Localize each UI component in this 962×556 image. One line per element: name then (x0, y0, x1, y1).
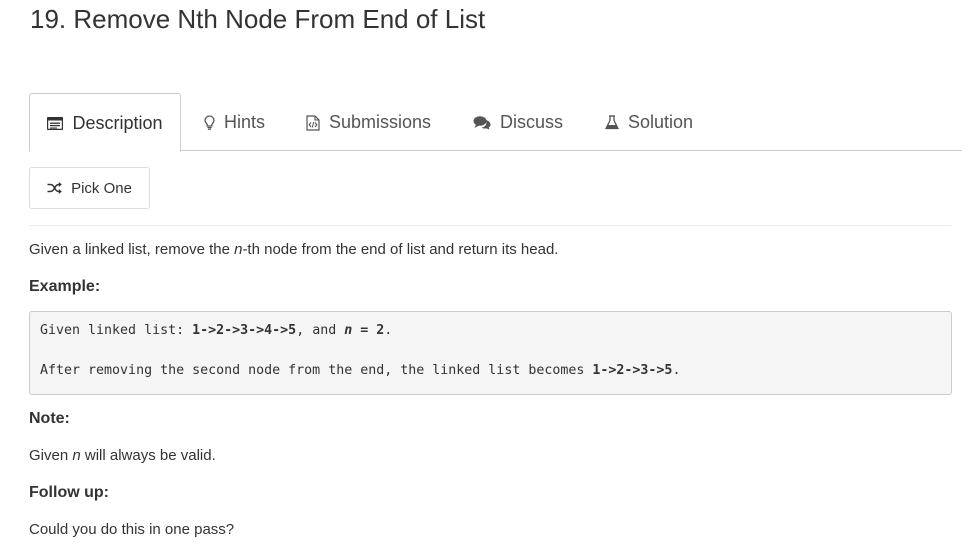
followup-text: Could you do this in one pass? (29, 521, 235, 538)
pick-one-label: Pick One (71, 179, 132, 197)
tab-hints-label: Hints (224, 112, 266, 132)
note-text-after: will always be valid. (80, 447, 216, 464)
example-line-2-prefix: After removing the second node from the … (40, 363, 593, 378)
intro-text-after: -th node from the end of list and return… (242, 241, 559, 258)
example-n-value: = 2 (352, 323, 385, 338)
shuffle-icon (47, 182, 71, 194)
example-heading: Example: (29, 278, 101, 295)
example-line-1: Given linked list: 1->2->3->4->5, and n … (40, 323, 392, 338)
chat-bubble-icon (473, 115, 491, 130)
description-icon (47, 116, 64, 130)
note-text: Given n will always be valid. (29, 447, 216, 464)
tab-description[interactable]: Description (29, 93, 181, 152)
tab-solution-label: Solution (628, 112, 694, 132)
page-title: 19. Remove Nth Node From End of List (30, 4, 486, 34)
intro-text-before: Given a linked list, remove the (29, 241, 235, 258)
example-line-1-prefix: Given linked list: (40, 323, 193, 338)
example-line-1-end: . (384, 323, 393, 338)
tab-hints[interactable]: Hints (204, 93, 265, 151)
problem-tabs: Description Hints Submissions Discuss So… (29, 93, 962, 152)
problem-intro: Given a linked list, remove the n-th nod… (29, 241, 558, 258)
example-code-block: Given linked list: 1->2->3->4->5, and n … (29, 311, 952, 395)
tab-submissions[interactable]: Submissions (306, 93, 431, 151)
example-line-1-mid: , and (296, 323, 345, 338)
example-output-list: 1->2->3->5 (592, 363, 673, 378)
example-line-2-end: . (672, 363, 681, 378)
followup-heading: Follow up: (29, 484, 109, 501)
pick-one-button[interactable]: Pick One (29, 167, 150, 209)
flask-icon (605, 115, 619, 130)
tab-discuss-label: Discuss (500, 112, 564, 132)
note-text-before: Given (29, 447, 73, 464)
lightbulb-icon (204, 115, 215, 130)
divider (29, 225, 951, 226)
tab-submissions-label: Submissions (329, 112, 432, 132)
tab-description-label: Description (72, 112, 163, 133)
code-file-icon (306, 114, 320, 131)
example-line-2: After removing the second node from the … (40, 363, 680, 378)
tab-solution[interactable]: Solution (605, 93, 693, 151)
tab-discuss[interactable]: Discuss (473, 93, 563, 151)
note-heading: Note: (29, 410, 70, 427)
note-n-var: n (72, 447, 81, 464)
example-input-list: 1->2->3->4->5 (192, 323, 297, 338)
